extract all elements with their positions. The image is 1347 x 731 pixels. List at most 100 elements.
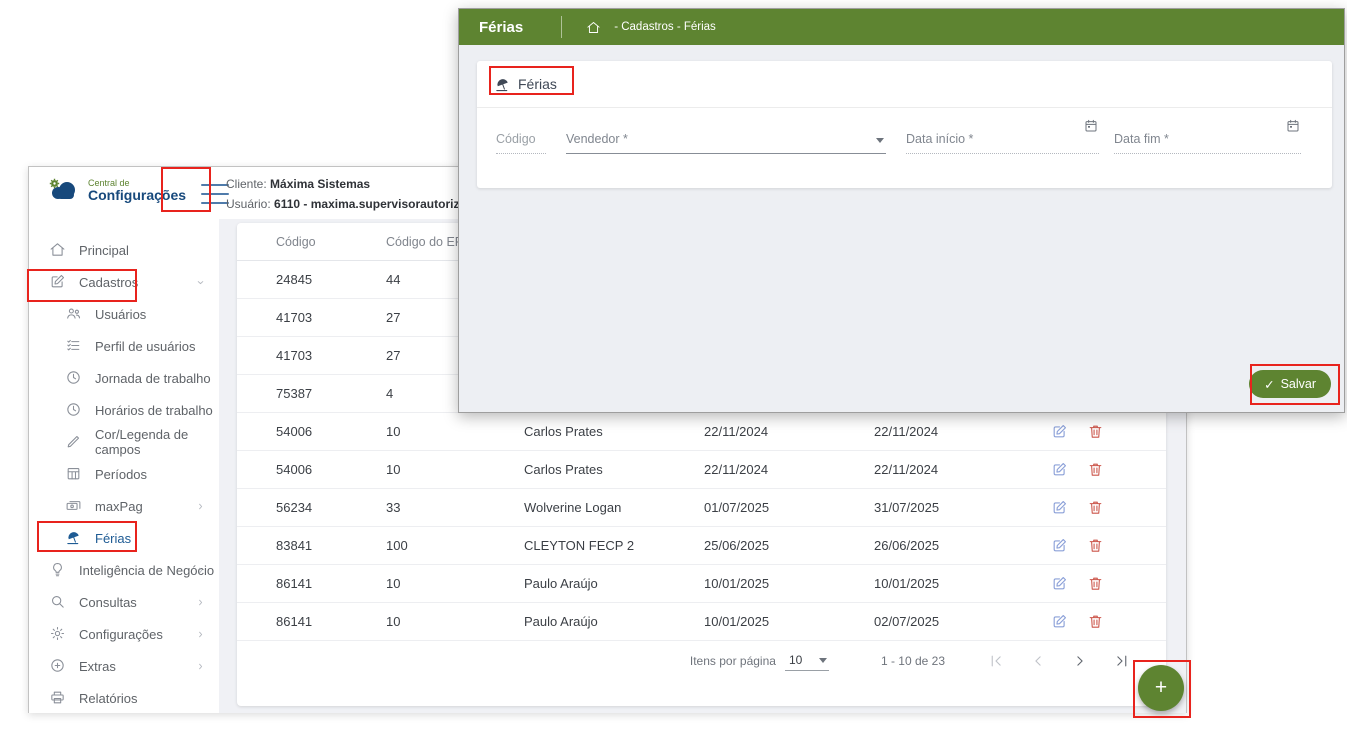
calendar-icon[interactable]: [1285, 118, 1301, 134]
chevron-down-icon: [819, 658, 827, 663]
umbrella-icon: [65, 529, 83, 547]
sidebar-item-inteligencia-de-negocio[interactable]: Inteligência de Negócio: [29, 554, 219, 586]
vendedor-label: Vendedor *: [566, 132, 628, 146]
cell-codigo-erp: 10: [386, 462, 524, 477]
codigo-field: Código: [496, 116, 546, 154]
sidebar-item-jornada-de-trabalho[interactable]: Jornada de trabalho: [29, 362, 219, 394]
table-row: 5623433Wolverine Logan01/07/202531/07/20…: [237, 489, 1166, 527]
beach-umbrella-icon: [494, 76, 511, 93]
edit-row-icon[interactable]: [1051, 461, 1068, 478]
col-header-codigo: Código: [276, 235, 386, 249]
data-fim-field[interactable]: Data fim *: [1114, 116, 1301, 154]
cell-codigo: 56234: [276, 500, 386, 515]
card-title-text: Férias: [518, 76, 557, 92]
chevron-down-icon: [195, 277, 206, 288]
cell-data-inicio: 10/01/2025: [704, 614, 874, 629]
page-range-label: 1 - 10 de 23: [881, 654, 945, 668]
last-page-icon[interactable]: [1113, 652, 1131, 670]
home-icon[interactable]: [586, 20, 601, 35]
check-icon: ✓: [1264, 377, 1274, 392]
modal-header: Férias - Cadastros - Férias: [459, 9, 1344, 45]
sidebar-item-horarios-de-trabalho[interactable]: Horários de trabalho: [29, 394, 219, 426]
chevron-right-icon: [195, 629, 206, 640]
chevron-down-icon: [876, 138, 884, 143]
sidebar-item-ferias[interactable]: Férias: [29, 522, 219, 554]
cell-codigo-erp: 10: [386, 576, 524, 591]
cell-data-fim: 22/11/2024: [874, 424, 1051, 439]
delete-row-icon[interactable]: [1087, 499, 1104, 516]
cell-codigo-erp: 100: [386, 538, 524, 553]
client-value: Máxima Sistemas: [270, 177, 370, 191]
sidebar-item-perfil-de-usuarios[interactable]: Perfil de usuários: [29, 330, 219, 362]
save-button[interactable]: ✓ Salvar: [1249, 370, 1331, 398]
chevron-right-icon: [195, 565, 206, 576]
sidebar-item-extras[interactable]: Extras: [29, 650, 219, 682]
breadcrumb: - Cadastros - Férias: [614, 21, 716, 33]
cell-vendedor: Paulo Araújo: [524, 576, 704, 591]
delete-row-icon[interactable]: [1087, 613, 1104, 630]
table-row: 8614110Paulo Araújo10/01/202502/07/2025: [237, 603, 1166, 641]
first-page-icon[interactable]: [987, 652, 1005, 670]
delete-row-icon[interactable]: [1087, 461, 1104, 478]
vendedor-select[interactable]: Vendedor *: [566, 116, 886, 154]
home-icon: [49, 241, 67, 259]
user-label: Usuário:: [226, 197, 271, 211]
logo-text-top: Central de: [88, 178, 186, 188]
sidebar-item-relatorios[interactable]: Relatórios: [29, 682, 219, 714]
sidebar-item-maxpag[interactable]: maxPag: [29, 490, 219, 522]
sidebar-item-cadastros[interactable]: Cadastros: [29, 266, 219, 298]
edit-row-icon[interactable]: [1051, 537, 1068, 554]
cell-codigo: 86141: [276, 576, 386, 591]
users-icon: [65, 305, 83, 323]
cell-data-fim: 31/07/2025: [874, 500, 1051, 515]
banknote-icon: [65, 497, 83, 515]
cloud-logo-icon: [45, 177, 81, 203]
table-row: 5400610Carlos Prates22/11/202422/11/2024: [237, 413, 1166, 451]
sidebar-item-configuracoes[interactable]: Configurações: [29, 618, 219, 650]
card-title: Férias: [477, 61, 1332, 108]
cell-codigo: 86141: [276, 614, 386, 629]
data-fim-label: Data fim *: [1114, 132, 1169, 146]
previous-page-icon[interactable]: [1029, 652, 1047, 670]
edit-row-icon[interactable]: [1051, 613, 1068, 630]
sidebar-item-usuarios[interactable]: Usuários: [29, 298, 219, 330]
delete-row-icon[interactable]: [1087, 537, 1104, 554]
add-ferias-fab-button[interactable]: +: [1138, 665, 1184, 711]
data-inicio-field[interactable]: Data início *: [906, 116, 1099, 154]
sidebar-item-consultas[interactable]: Consultas: [29, 586, 219, 618]
client-label: Cliente:: [226, 177, 267, 191]
cell-codigo: 24845: [276, 272, 386, 287]
gear-icon: [49, 625, 67, 643]
edit-row-icon[interactable]: [1051, 423, 1068, 440]
data-inicio-label: Data início *: [906, 132, 973, 146]
edit-row-icon[interactable]: [1051, 499, 1068, 516]
page-size-select[interactable]: 10: [785, 651, 829, 671]
app-logo: Central de Configurações: [45, 177, 186, 203]
sidebar-menu: PrincipalCadastrosUsuáriosPerfil de usuá…: [29, 219, 219, 713]
cell-codigo-erp: 10: [386, 424, 524, 439]
plus-circle-icon: [49, 657, 67, 675]
cell-codigo-erp: 33: [386, 500, 524, 515]
table-row: 83841100CLEYTON FECP 225/06/202526/06/20…: [237, 527, 1166, 565]
delete-row-icon[interactable]: [1087, 423, 1104, 440]
cell-data-fim: 10/01/2025: [874, 576, 1051, 591]
edit-square-icon: [49, 273, 67, 291]
modal-title: Férias: [479, 19, 523, 36]
next-page-icon[interactable]: [1071, 652, 1089, 670]
session-info: Cliente: Máxima Sistemas Usuário: 6110 -…: [226, 174, 459, 214]
cell-data-inicio: 25/06/2025: [704, 538, 874, 553]
bulb-icon: [49, 561, 67, 579]
edit-row-icon[interactable]: [1051, 575, 1068, 592]
sidebar-item-cor-legenda-de-campos[interactable]: Cor/Legenda de campos: [29, 426, 219, 458]
cell-data-inicio: 10/01/2025: [704, 576, 874, 591]
table-row: 8614110Paulo Araújo10/01/202510/01/2025: [237, 565, 1166, 603]
calendar-icon[interactable]: [1083, 118, 1099, 134]
logo-text-bottom: Configurações: [88, 188, 186, 203]
sidebar-item-principal[interactable]: Principal: [29, 234, 219, 266]
chevron-right-icon: [195, 597, 206, 608]
sidebar-item-periodos[interactable]: Períodos: [29, 458, 219, 490]
delete-row-icon[interactable]: [1087, 575, 1104, 592]
paginator: Itens por página 10 1 - 10 de 23: [690, 641, 1131, 681]
checklist-icon: [65, 337, 83, 355]
cell-codigo: 41703: [276, 348, 386, 363]
